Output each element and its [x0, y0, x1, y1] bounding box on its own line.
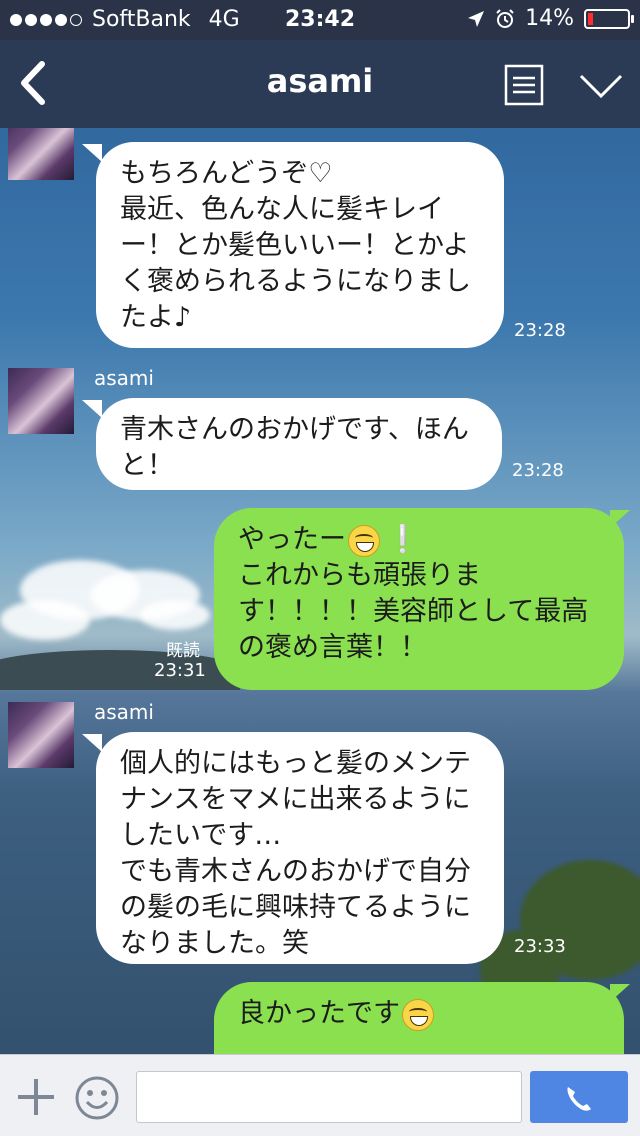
message-bubble[interactable]: やったー ❕ これからも頑張ります！！！！美容師として最高の褒め言葉！！ [214, 508, 624, 690]
status-bar: SoftBank 4G 23:42 14% [0, 0, 640, 40]
message-bubble[interactable]: 良かったです [214, 982, 624, 1054]
alarm-icon [496, 8, 514, 28]
call-button[interactable] [530, 1071, 628, 1123]
message-text: 良かったです [238, 998, 400, 1029]
collapse-button[interactable] [578, 70, 624, 102]
exclamation-emoji-icon: ❕ [386, 524, 420, 555]
message-time: 23:28 [514, 320, 566, 341]
message-input-bar [0, 1054, 640, 1136]
read-receipt: 既読 [166, 641, 200, 661]
emoji-button[interactable] [74, 1075, 120, 1121]
list-icon [504, 64, 544, 106]
battery-percent: 14% [525, 6, 574, 31]
message-input[interactable] [136, 1071, 522, 1123]
message-time: 23:28 [512, 460, 564, 481]
add-attachment-button[interactable] [14, 1075, 58, 1119]
chat-header: asami [0, 40, 640, 128]
sender-name: asami [94, 366, 154, 390]
smiley-icon [75, 1076, 119, 1120]
chevron-down-icon [579, 74, 623, 99]
message-text: これからも頑張ります！！！！美容師として最高の褒め言葉！！ [238, 560, 589, 663]
avatar[interactable] [8, 702, 74, 768]
message-bubble[interactable]: 青木さんのおかげです、ほんと！ [96, 398, 502, 490]
message-time: 23:31 [154, 660, 206, 681]
avatar[interactable] [8, 128, 74, 180]
phone-icon [567, 1087, 591, 1111]
message-time: 23:33 [514, 936, 566, 957]
avatar[interactable] [8, 368, 74, 434]
grinning-face-emoji-icon [348, 524, 380, 557]
message-text: やったー [238, 524, 346, 555]
plus-icon [18, 1079, 54, 1115]
menu-button[interactable] [504, 64, 544, 106]
chat-title: asami [266, 62, 374, 100]
grinning-face-emoji-icon [402, 998, 434, 1031]
message-bubble[interactable]: 個人的にはもっと髪のメンテナンスをマメに出来るようにしたいです… でも青木さんの… [96, 732, 504, 964]
sender-name: asami [94, 700, 154, 724]
battery-icon [584, 8, 634, 29]
message-bubble[interactable]: もちろんどうぞ♡ 最近、色んな人に髪キレイー！とか髪色いいー！とかよく褒められる… [96, 142, 504, 348]
location-arrow-icon [468, 10, 485, 27]
message-list[interactable]: もちろんどうぞ♡ 最近、色んな人に髪キレイー！とか髪色いいー！とかよく褒められる… [0, 128, 640, 1054]
